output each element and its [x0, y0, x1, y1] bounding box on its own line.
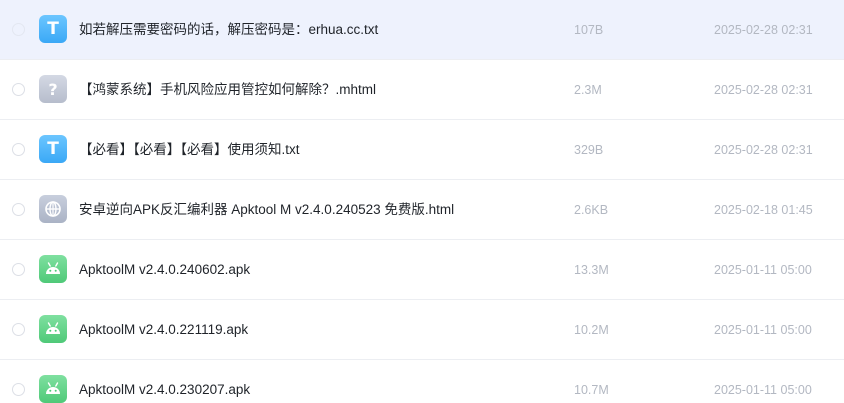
row-checkbox[interactable] [12, 263, 25, 276]
file-row[interactable]: ApktoolM v2.4.0.221119.apk 10.2M 2025-01… [0, 300, 844, 360]
row-checkbox[interactable] [12, 23, 25, 36]
row-checkbox[interactable] [12, 83, 25, 96]
file-date: 2025-01-11 05:00 [714, 383, 812, 397]
file-row[interactable]: ApktoolM v2.4.0.230207.apk 10.7M 2025-01… [0, 360, 844, 403]
android-icon [46, 262, 60, 274]
apk-file-icon [39, 315, 67, 343]
file-size: 13.3M [574, 263, 609, 277]
file-date: 2025-01-11 05:00 [714, 323, 812, 337]
file-row[interactable]: ? 【鸿蒙系统】手机风险应用管控如何解除？.mhtml 2.3M 2025-02… [0, 60, 844, 120]
file-name[interactable]: ApktoolM v2.4.0.230207.apk [79, 381, 250, 399]
row-checkbox[interactable] [12, 323, 25, 336]
file-size: 329B [574, 143, 604, 157]
android-icon [46, 322, 60, 334]
file-size: 107B [574, 23, 604, 37]
file-name[interactable]: 【必看】【必看】【必看】使用须知.txt [79, 141, 300, 159]
file-name[interactable]: 如若解压需要密码的话，解压密码是：erhua.cc.txt [79, 21, 378, 39]
globe-icon [45, 201, 61, 217]
unknown-file-icon: ? [39, 75, 67, 103]
file-row[interactable]: T 【必看】【必看】【必看】使用须知.txt 329B 2025-02-28 0… [0, 120, 844, 180]
apk-file-icon [39, 255, 67, 283]
file-row[interactable]: T 如若解压需要密码的话，解压密码是：erhua.cc.txt 107B 202… [0, 0, 844, 60]
file-date: 2025-02-28 02:31 [714, 23, 813, 37]
file-row[interactable]: ApktoolM v2.4.0.240602.apk 13.3M 2025-01… [0, 240, 844, 300]
file-date: 2025-02-28 02:31 [714, 143, 813, 157]
file-list: T 如若解压需要密码的话，解压密码是：erhua.cc.txt 107B 202… [0, 0, 844, 403]
file-size: 10.7M [574, 383, 609, 397]
apk-file-icon [39, 375, 67, 403]
row-checkbox[interactable] [12, 383, 25, 396]
file-row[interactable]: 安卓逆向APK反汇编利器 Apktool M v2.4.0.240523 免费版… [0, 180, 844, 240]
file-size: 10.2M [574, 323, 609, 337]
file-name[interactable]: 安卓逆向APK反汇编利器 Apktool M v2.4.0.240523 免费版… [79, 201, 454, 219]
txt-file-icon: T [39, 135, 67, 163]
file-date: 2025-02-18 01:45 [714, 203, 813, 217]
txt-file-icon: T [39, 15, 67, 43]
file-name[interactable]: ApktoolM v2.4.0.221119.apk [79, 321, 248, 339]
file-size: 2.3M [574, 83, 602, 97]
android-icon [46, 382, 60, 394]
row-checkbox[interactable] [12, 203, 25, 216]
file-size: 2.6KB [574, 203, 609, 217]
file-name[interactable]: ApktoolM v2.4.0.240602.apk [79, 261, 250, 279]
file-date: 2025-01-11 05:00 [714, 263, 812, 277]
file-date: 2025-02-28 02:31 [714, 83, 813, 97]
row-checkbox[interactable] [12, 143, 25, 156]
file-name[interactable]: 【鸿蒙系统】手机风险应用管控如何解除？.mhtml [79, 81, 376, 99]
html-file-icon [39, 195, 67, 223]
